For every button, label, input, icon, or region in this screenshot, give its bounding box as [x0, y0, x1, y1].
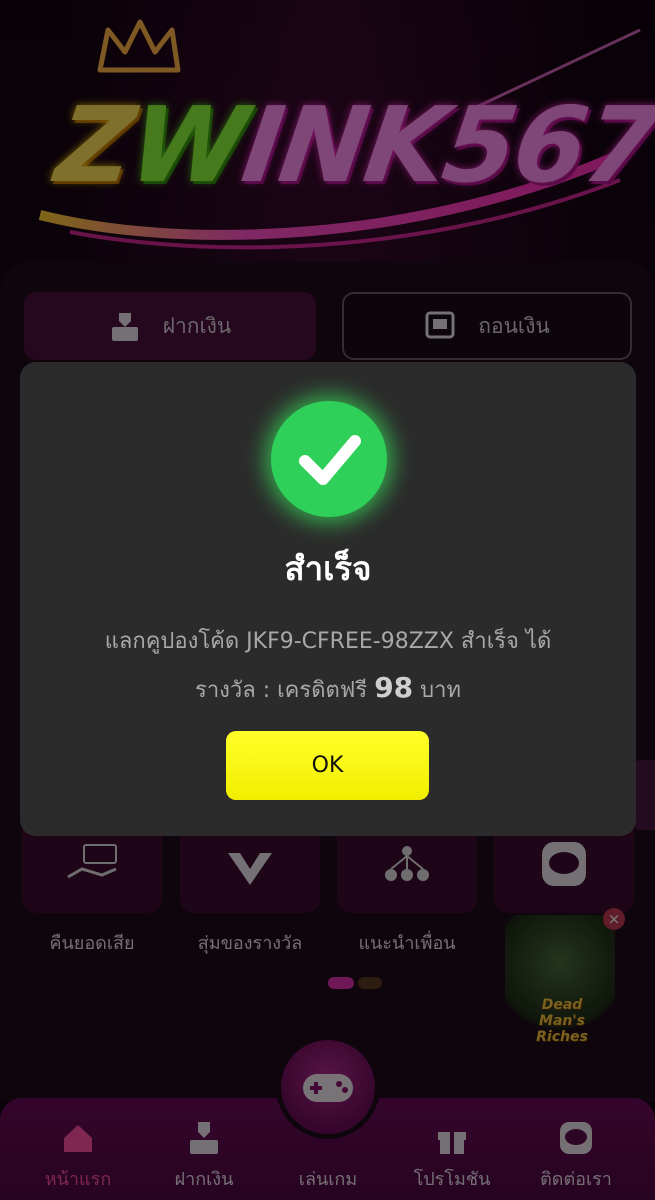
- dialog-reward-label: รางวัล : เครดิตฟรี: [195, 678, 368, 703]
- ok-button[interactable]: OK: [226, 731, 429, 800]
- success-check-badge: [271, 401, 387, 517]
- dialog-reward-currency: บาท: [420, 678, 461, 703]
- dialog-message-line2: รางวัล : เครดิตฟรี 98 บาท: [20, 665, 636, 714]
- dialog-message-line1: แลกคูปองโค้ด JKF9-CFREE-98ZZX สำเร็จ ได้: [104, 629, 552, 654]
- checkmark-icon: [299, 435, 361, 485]
- dialog-message: แลกคูปองโค้ด JKF9-CFREE-98ZZX สำเร็จ ได้…: [20, 619, 636, 714]
- dialog-reward-amount: 98: [374, 671, 414, 704]
- dialog-title: สำเร็จ: [284, 549, 372, 588]
